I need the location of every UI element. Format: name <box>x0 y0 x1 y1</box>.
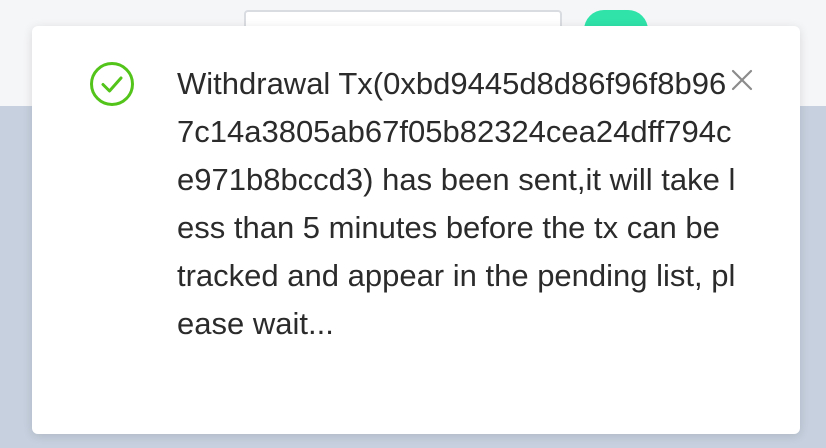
notification-message: Withdrawal Tx(0xbd9445d8d86f96f8b967c14a… <box>177 66 736 341</box>
close-icon[interactable] <box>726 64 758 96</box>
notification-toast: Withdrawal Tx(0xbd9445d8d86f96f8b967c14a… <box>32 26 800 434</box>
check-circle-icon <box>88 60 136 108</box>
